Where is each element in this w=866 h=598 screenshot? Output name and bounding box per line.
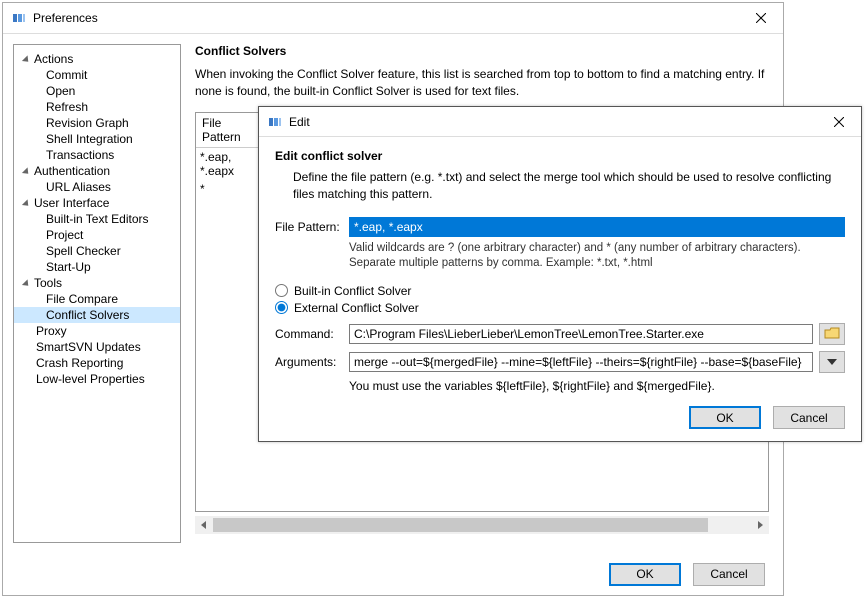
cell-pattern: *	[196, 180, 266, 198]
sidebar-item-file-compare[interactable]: File Compare	[14, 291, 180, 307]
scroll-left-icon[interactable]	[195, 516, 213, 534]
radio-builtin-label: Built-in Conflict Solver	[294, 284, 411, 298]
folder-icon	[824, 327, 840, 340]
content-heading: Conflict Solvers	[195, 44, 769, 58]
edit-footer: OK Cancel	[689, 406, 845, 429]
scroll-track[interactable]	[213, 518, 751, 532]
sidebar-item-builtin-text-editors[interactable]: Built-in Text Editors	[14, 211, 180, 227]
edit-dialog: Edit Edit conflict solver Define the fil…	[258, 106, 862, 442]
close-icon[interactable]	[816, 107, 861, 137]
content-description: When invoking the Conflict Solver featur…	[195, 66, 769, 100]
browse-button[interactable]	[819, 323, 845, 345]
command-label: Command:	[275, 327, 349, 341]
sidebar-item-start-up[interactable]: Start-Up	[14, 259, 180, 275]
sidebar-item-refresh[interactable]: Refresh	[14, 99, 180, 115]
horizontal-scrollbar[interactable]	[195, 516, 769, 534]
chevron-down-icon	[827, 359, 837, 365]
radio-builtin-row[interactable]: Built-in Conflict Solver	[275, 284, 845, 298]
sidebar-item-low-level-properties[interactable]: Low-level Properties	[14, 371, 180, 387]
app-icon	[11, 10, 27, 26]
file-pattern-input[interactable]	[349, 217, 845, 237]
close-icon[interactable]	[738, 3, 783, 33]
edit-description: Define the file pattern (e.g. *.txt) and…	[275, 169, 845, 203]
cancel-button[interactable]: Cancel	[693, 563, 765, 586]
sidebar-item-shell-integration[interactable]: Shell Integration	[14, 131, 180, 147]
radio-external-label: External Conflict Solver	[294, 301, 419, 315]
sidebar-item-revision-graph[interactable]: Revision Graph	[14, 115, 180, 131]
edit-title: Edit	[289, 115, 816, 129]
cancel-button[interactable]: Cancel	[773, 406, 845, 429]
arguments-input[interactable]	[349, 352, 813, 372]
sidebar: Actions Commit Open Refresh Revision Gra…	[13, 44, 181, 543]
sidebar-cat-actions[interactable]: Actions	[14, 51, 180, 67]
command-row: Command:	[275, 323, 845, 345]
preferences-footer: OK Cancel	[3, 553, 783, 595]
preferences-title: Preferences	[33, 11, 738, 25]
variables-note: You must use the variables ${leftFile}, …	[275, 379, 845, 393]
scroll-right-icon[interactable]	[751, 516, 769, 534]
sidebar-item-spell-checker[interactable]: Spell Checker	[14, 243, 180, 259]
arguments-dropdown-button[interactable]	[819, 351, 845, 373]
ok-button[interactable]: OK	[689, 406, 761, 429]
col-file-pattern[interactable]: File Pattern	[196, 113, 266, 147]
cell-pattern: *.eap, *.eapx	[196, 148, 266, 180]
sidebar-item-proxy[interactable]: Proxy	[14, 323, 180, 339]
sidebar-tree: Actions Commit Open Refresh Revision Gra…	[14, 51, 180, 387]
sidebar-item-transactions[interactable]: Transactions	[14, 147, 180, 163]
sidebar-item-conflict-solvers[interactable]: Conflict Solvers	[14, 307, 180, 323]
file-pattern-label: File Pattern:	[275, 220, 349, 234]
sidebar-item-project[interactable]: Project	[14, 227, 180, 243]
edit-body: Edit conflict solver Define the file pat…	[259, 137, 861, 441]
command-input[interactable]	[349, 324, 813, 344]
sidebar-item-smartsvn-updates[interactable]: SmartSVN Updates	[14, 339, 180, 355]
scroll-thumb[interactable]	[213, 518, 708, 532]
sidebar-cat-authentication[interactable]: Authentication	[14, 163, 180, 179]
sidebar-item-url-aliases[interactable]: URL Aliases	[14, 179, 180, 195]
app-icon	[267, 114, 283, 130]
sidebar-item-crash-reporting[interactable]: Crash Reporting	[14, 355, 180, 371]
radio-builtin[interactable]	[275, 284, 288, 297]
sidebar-cat-user-interface[interactable]: User Interface	[14, 195, 180, 211]
file-pattern-hint: Valid wildcards are ? (one arbitrary cha…	[275, 241, 845, 272]
edit-titlebar[interactable]: Edit	[259, 107, 861, 137]
radio-external[interactable]	[275, 301, 288, 314]
edit-heading: Edit conflict solver	[275, 149, 845, 163]
preferences-titlebar[interactable]: Preferences	[3, 3, 783, 33]
sidebar-cat-tools[interactable]: Tools	[14, 275, 180, 291]
radio-external-row[interactable]: External Conflict Solver	[275, 301, 845, 315]
arguments-label: Arguments:	[275, 355, 349, 369]
ok-button[interactable]: OK	[609, 563, 681, 586]
file-pattern-row: File Pattern:	[275, 217, 845, 237]
sidebar-item-open[interactable]: Open	[14, 83, 180, 99]
arguments-row: Arguments:	[275, 351, 845, 373]
sidebar-item-commit[interactable]: Commit	[14, 67, 180, 83]
